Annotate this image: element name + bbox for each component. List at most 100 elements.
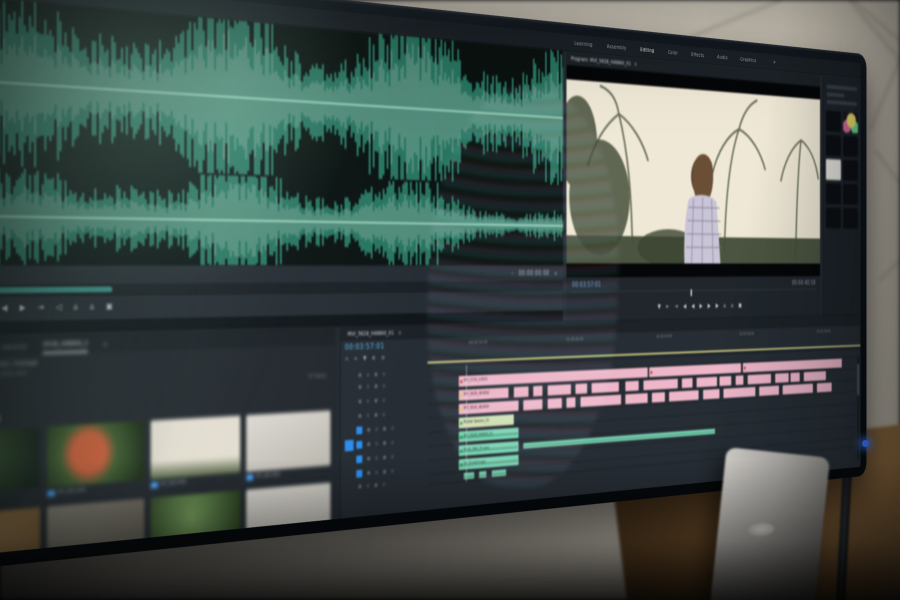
rail-thumbnail-dark[interactable]: [843, 208, 858, 229]
workspace-tab-effects[interactable]: Effects: [691, 51, 704, 58]
media-thumbnail[interactable]: HDMVI_5624.MOV: [0, 507, 40, 559]
extract-icon[interactable]: ⌂: [731, 303, 733, 309]
timeline-clip[interactable]: [464, 472, 474, 479]
track-target-toggle[interactable]: [356, 426, 362, 434]
rail-thumbnail-dark[interactable]: [826, 110, 841, 132]
program-video-area[interactable]: [566, 65, 820, 277]
track-toggle-dot[interactable]: [367, 471, 370, 476]
go-to-out-icon[interactable]: ▶: [716, 303, 719, 309]
linked-selection-icon[interactable]: ∞: [354, 355, 358, 362]
rail-thumbnail-dark[interactable]: [843, 160, 858, 181]
track-toggle-dot[interactable]: [374, 482, 377, 487]
track-target-toggle[interactable]: [356, 441, 362, 449]
track-toggle-dot[interactable]: [383, 455, 386, 459]
loop-icon[interactable]: ◁: [56, 304, 62, 313]
step-forward-icon[interactable]: ▶: [708, 303, 711, 309]
timeline-scrollbar-handle[interactable]: [857, 364, 859, 395]
track-toggle-dot[interactable]: [391, 426, 394, 430]
rail-thumbnail-colorful[interactable]: [843, 112, 858, 134]
nest-icon[interactable]: ⊕: [372, 355, 376, 362]
track-toggle-dot[interactable]: [367, 442, 370, 446]
panel-menu-icon[interactable]: ≡: [554, 270, 557, 276]
timeline-clip[interactable]: [783, 384, 813, 395]
timeline-settings-icon[interactable]: ≡: [381, 354, 385, 361]
workspace-tab-graphics[interactable]: Graphics: [740, 56, 756, 63]
track-toggle-dot[interactable]: [374, 413, 377, 417]
timeline-clip[interactable]: [790, 372, 799, 382]
track-toggle-dot[interactable]: [375, 441, 378, 445]
track-toggle-dot[interactable]: [358, 385, 361, 389]
track-toggle-dot[interactable]: [366, 384, 369, 388]
timeline-clip[interactable]: [547, 384, 571, 395]
timeline-clip[interactable]: MVI_5630_AB.MOV: [459, 400, 519, 414]
track-toggle-dot[interactable]: [375, 456, 378, 460]
track-toggle-dot[interactable]: [367, 428, 370, 432]
track-toggle-dot[interactable]: [382, 412, 385, 416]
zoom-icon[interactable]: ⌕: [511, 270, 513, 277]
track-toggle-dot[interactable]: [358, 484, 361, 489]
lift-icon[interactable]: ⌂: [724, 303, 726, 309]
panel-menu-icon[interactable]: ≡: [634, 61, 637, 67]
media-thumbnail[interactable]: HDMVI_5621.MOV: [47, 421, 144, 497]
track-toggle-dot[interactable]: [358, 399, 361, 403]
workspace-overflow-button[interactable]: »: [773, 59, 775, 66]
track-toggle-dot[interactable]: [366, 413, 369, 417]
magnet-snap-icon[interactable]: ∩: [345, 356, 348, 363]
lift-icon[interactable]: ⌂: [73, 304, 78, 313]
track-toggle-dot[interactable]: [391, 455, 394, 459]
track-toggle-dot[interactable]: [383, 427, 386, 431]
media-thumbnail[interactable]: HDMVI_5622.MOV: [150, 415, 240, 488]
project-tab-libraries[interactable]: Libraries: [1, 343, 27, 355]
track-toggle-dot[interactable]: [374, 372, 377, 376]
step-back-icon[interactable]: ◀: [1, 305, 7, 314]
timeline-clip[interactable]: [626, 381, 639, 392]
timeline-clip[interactable]: [643, 379, 677, 391]
export-frame-icon[interactable]: ▣: [106, 303, 113, 312]
play-icon[interactable]: ▶: [700, 303, 703, 309]
step-forward-icon[interactable]: ⇥: [38, 304, 44, 313]
track-toggle-dot[interactable]: [366, 483, 369, 488]
media-thumbnail[interactable]: HDMVI_5625.MOV: [47, 499, 144, 560]
timeline-clip[interactable]: [723, 387, 755, 398]
media-thumbnail[interactable]: HDMVI_5623.MOV: [246, 410, 330, 481]
timeline-clip[interactable]: [759, 386, 778, 396]
rail-thumbnail-dark[interactable]: [826, 207, 841, 228]
timeline-clip[interactable]: [547, 398, 561, 409]
track-toggle-dot[interactable]: [382, 482, 385, 486]
track-toggle-dot[interactable]: [366, 399, 369, 403]
timeline-clip[interactable]: [817, 383, 832, 393]
go-to-in-icon[interactable]: ◀: [683, 303, 686, 309]
track-toggle-dot[interactable]: [391, 469, 394, 473]
mark-in-icon[interactable]: ⇤: [666, 304, 669, 310]
track-toggle-dot[interactable]: [374, 384, 377, 388]
workspace-tab-color[interactable]: Color: [668, 49, 678, 56]
export-frame-icon[interactable]: ▣: [738, 303, 742, 309]
add-marker-icon[interactable]: ▼: [658, 304, 661, 310]
source-scrollbar-handle[interactable]: [0, 286, 113, 293]
extract-icon[interactable]: ⌂: [90, 304, 95, 313]
timeline-clip[interactable]: [533, 386, 543, 397]
track-toggle-dot[interactable]: [367, 456, 370, 460]
media-thumbnail[interactable]: HDMVI_5620.MOV: [0, 427, 40, 506]
timeline-clip[interactable]: [580, 395, 621, 407]
workspace-tab-audio[interactable]: Audio: [717, 54, 728, 61]
timeline-clip[interactable]: [514, 386, 529, 397]
timeline-clip[interactable]: [697, 377, 718, 388]
program-playhead[interactable]: [691, 289, 693, 296]
rail-thumbnail-white-card[interactable]: [826, 159, 841, 180]
workspace-tab-learning[interactable]: Learning: [574, 40, 592, 48]
timeline-clip[interactable]: [682, 378, 693, 388]
timeline-clip[interactable]: [652, 392, 665, 403]
track-target-toggle[interactable]: [356, 455, 362, 463]
timeline-clip[interactable]: [523, 399, 542, 410]
track-toggle-dot[interactable]: [375, 470, 378, 474]
timeline-clip[interactable]: [669, 390, 699, 401]
timeline-clip[interactable]: [626, 393, 648, 404]
timeline-playhead[interactable]: [466, 365, 467, 481]
timeline-clip[interactable]: [703, 389, 719, 399]
track-toggle-dot[interactable]: [382, 371, 385, 375]
track-toggle-dot[interactable]: [382, 398, 385, 402]
track-toggle-dot[interactable]: [375, 427, 378, 431]
rail-thumbnail-dark[interactable]: [843, 184, 858, 205]
panel-menu-icon[interactable]: ≡: [398, 329, 402, 336]
